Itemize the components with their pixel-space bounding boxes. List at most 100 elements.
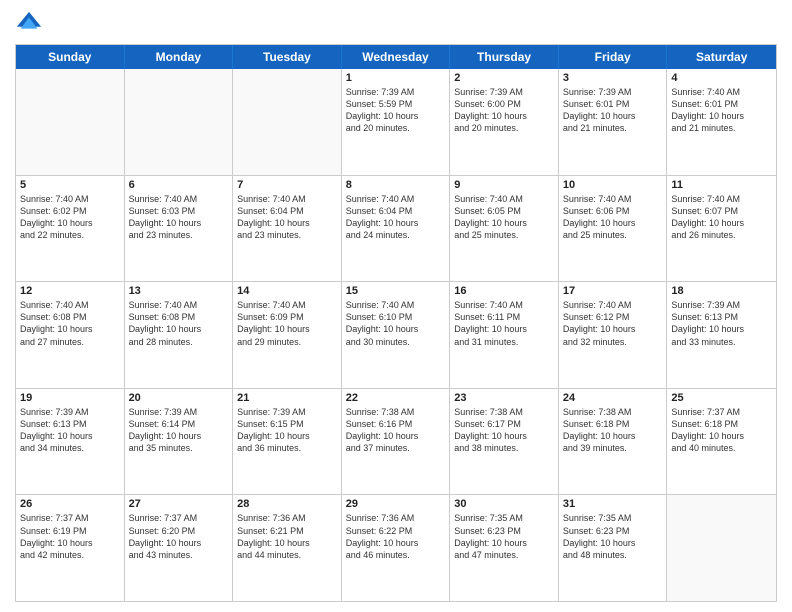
week-row-5: 26Sunrise: 7:37 AMSunset: 6:19 PMDayligh… <box>16 494 776 601</box>
day-cell-27: 27 Sunrise: 7:37 AMSunset: 6:20 PMDayligh… <box>125 495 234 601</box>
day-cell-empty <box>233 69 342 175</box>
day-header-thursday: Thursday <box>450 45 559 69</box>
day-info: Sunrise: 7:39 AMSunset: 6:13 PMDaylight:… <box>671 299 772 348</box>
week-row-3: 12 Sunrise: 7:40 AMSunset: 6:08 PMDayligh… <box>16 281 776 388</box>
day-cell-17: 17 Sunrise: 7:40 AMSunset: 6:12 PMDayligh… <box>559 282 668 388</box>
day-info: Sunrise: 7:40 AMSunset: 6:09 PMDaylight:… <box>237 299 337 348</box>
day-number: 8 <box>346 179 446 191</box>
day-number: 31 <box>563 498 663 510</box>
day-header-saturday: Saturday <box>667 45 776 69</box>
day-number: 23 <box>454 392 554 404</box>
day-cell-empty <box>125 69 234 175</box>
day-info: Sunrise: 7:40 AMSunset: 6:06 PMDaylight:… <box>563 193 663 242</box>
day-cell-8: 8 Sunrise: 7:40 AMSunset: 6:04 PMDaylight… <box>342 176 451 282</box>
day-number: 6 <box>129 179 229 191</box>
calendar-body: 1Sunrise: 7:39 AMSunset: 5:59 PMDaylight… <box>16 69 776 601</box>
day-cell-15: 15 Sunrise: 7:40 AMSunset: 6:10 PMDayligh… <box>342 282 451 388</box>
day-cell-1: 1Sunrise: 7:39 AMSunset: 5:59 PMDaylight… <box>342 69 451 175</box>
day-info: Sunrise: 7:40 AMSunset: 6:08 PMDaylight:… <box>20 299 120 348</box>
day-cell-10: 10 Sunrise: 7:40 AMSunset: 6:06 PMDayligh… <box>559 176 668 282</box>
day-number: 5 <box>20 179 120 191</box>
week-row-1: 1Sunrise: 7:39 AMSunset: 5:59 PMDaylight… <box>16 69 776 175</box>
day-info: Sunrise: 7:40 AMSunset: 6:08 PMDaylight:… <box>129 299 229 348</box>
day-cell-24: 24Sunrise: 7:38 AMSunset: 6:18 PMDayligh… <box>559 389 668 495</box>
day-cell-28: 28 Sunrise: 7:36 AMSunset: 6:21 PMDayligh… <box>233 495 342 601</box>
day-info: Sunrise: 7:40 AMSunset: 6:07 PMDaylight:… <box>671 193 772 242</box>
day-number: 27 <box>129 498 229 510</box>
day-number: 21 <box>237 392 337 404</box>
day-info: Sunrise: 7:38 AMSunset: 6:17 PMDaylight:… <box>454 406 554 455</box>
day-cell-empty <box>16 69 125 175</box>
day-cell-26: 26Sunrise: 7:37 AMSunset: 6:19 PMDayligh… <box>16 495 125 601</box>
day-header-sunday: Sunday <box>16 45 125 69</box>
day-info: Sunrise: 7:40 AMSunset: 6:05 PMDaylight:… <box>454 193 554 242</box>
day-cell-3: 3 Sunrise: 7:39 AMSunset: 6:01 PMDaylight… <box>559 69 668 175</box>
day-info: Sunrise: 7:40 AMSunset: 6:12 PMDaylight:… <box>563 299 663 348</box>
day-cell-23: 23 Sunrise: 7:38 AMSunset: 6:17 PMDayligh… <box>450 389 559 495</box>
day-number: 2 <box>454 72 554 84</box>
day-info: Sunrise: 7:39 AMSunset: 6:15 PMDaylight:… <box>237 406 337 455</box>
day-number: 14 <box>237 285 337 297</box>
day-info: Sunrise: 7:40 AMSunset: 6:03 PMDaylight:… <box>129 193 229 242</box>
day-number: 4 <box>671 72 772 84</box>
day-header-friday: Friday <box>559 45 668 69</box>
day-cell-11: 11 Sunrise: 7:40 AMSunset: 6:07 PMDayligh… <box>667 176 776 282</box>
day-number: 13 <box>129 285 229 297</box>
day-number: 12 <box>20 285 120 297</box>
day-info: Sunrise: 7:40 AMSunset: 6:11 PMDaylight:… <box>454 299 554 348</box>
day-number: 7 <box>237 179 337 191</box>
week-row-4: 19Sunrise: 7:39 AMSunset: 6:13 PMDayligh… <box>16 388 776 495</box>
day-number: 17 <box>563 285 663 297</box>
day-info: Sunrise: 7:39 AMSunset: 6:14 PMDaylight:… <box>129 406 229 455</box>
day-headers: SundayMondayTuesdayWednesdayThursdayFrid… <box>16 45 776 69</box>
day-number: 20 <box>129 392 229 404</box>
day-cell-6: 6 Sunrise: 7:40 AMSunset: 6:03 PMDaylight… <box>125 176 234 282</box>
day-number: 29 <box>346 498 446 510</box>
day-info: Sunrise: 7:40 AMSunset: 6:01 PMDaylight:… <box>671 86 772 135</box>
day-info: Sunrise: 7:40 AMSunset: 6:04 PMDaylight:… <box>346 193 446 242</box>
day-info: Sunrise: 7:36 AMSunset: 6:21 PMDaylight:… <box>237 512 337 561</box>
day-cell-2: 2Sunrise: 7:39 AMSunset: 6:00 PMDaylight… <box>450 69 559 175</box>
day-cell-7: 7Sunrise: 7:40 AMSunset: 6:04 PMDaylight… <box>233 176 342 282</box>
day-info: Sunrise: 7:39 AMSunset: 6:01 PMDaylight:… <box>563 86 663 135</box>
day-cell-18: 18Sunrise: 7:39 AMSunset: 6:13 PMDayligh… <box>667 282 776 388</box>
day-cell-30: 30 Sunrise: 7:35 AMSunset: 6:23 PMDayligh… <box>450 495 559 601</box>
day-info: Sunrise: 7:37 AMSunset: 6:19 PMDaylight:… <box>20 512 120 561</box>
day-header-wednesday: Wednesday <box>342 45 451 69</box>
day-number: 9 <box>454 179 554 191</box>
day-info: Sunrise: 7:37 AMSunset: 6:18 PMDaylight:… <box>671 406 772 455</box>
day-number: 11 <box>671 179 772 191</box>
logo-icon <box>15 10 43 38</box>
day-cell-25: 25Sunrise: 7:37 AMSunset: 6:18 PMDayligh… <box>667 389 776 495</box>
day-cell-22: 22 Sunrise: 7:38 AMSunset: 6:16 PMDayligh… <box>342 389 451 495</box>
day-info: Sunrise: 7:38 AMSunset: 6:18 PMDaylight:… <box>563 406 663 455</box>
day-number: 30 <box>454 498 554 510</box>
day-info: Sunrise: 7:40 AMSunset: 6:02 PMDaylight:… <box>20 193 120 242</box>
day-number: 10 <box>563 179 663 191</box>
day-info: Sunrise: 7:39 AMSunset: 6:13 PMDaylight:… <box>20 406 120 455</box>
day-info: Sunrise: 7:35 AMSunset: 6:23 PMDaylight:… <box>454 512 554 561</box>
header <box>15 10 777 38</box>
day-cell-19: 19Sunrise: 7:39 AMSunset: 6:13 PMDayligh… <box>16 389 125 495</box>
day-info: Sunrise: 7:36 AMSunset: 6:22 PMDaylight:… <box>346 512 446 561</box>
week-row-2: 5 Sunrise: 7:40 AMSunset: 6:02 PMDaylight… <box>16 175 776 282</box>
day-cell-21: 21 Sunrise: 7:39 AMSunset: 6:15 PMDayligh… <box>233 389 342 495</box>
day-info: Sunrise: 7:38 AMSunset: 6:16 PMDaylight:… <box>346 406 446 455</box>
day-info: Sunrise: 7:37 AMSunset: 6:20 PMDaylight:… <box>129 512 229 561</box>
day-number: 16 <box>454 285 554 297</box>
day-number: 22 <box>346 392 446 404</box>
page: SundayMondayTuesdayWednesdayThursdayFrid… <box>0 0 792 612</box>
day-number: 28 <box>237 498 337 510</box>
day-info: Sunrise: 7:40 AMSunset: 6:10 PMDaylight:… <box>346 299 446 348</box>
day-cell-9: 9 Sunrise: 7:40 AMSunset: 6:05 PMDaylight… <box>450 176 559 282</box>
day-cell-16: 16 Sunrise: 7:40 AMSunset: 6:11 PMDayligh… <box>450 282 559 388</box>
day-number: 15 <box>346 285 446 297</box>
day-header-monday: Monday <box>125 45 234 69</box>
day-cell-empty <box>667 495 776 601</box>
day-cell-5: 5 Sunrise: 7:40 AMSunset: 6:02 PMDaylight… <box>16 176 125 282</box>
day-number: 3 <box>563 72 663 84</box>
day-cell-31: 31Sunrise: 7:35 AMSunset: 6:23 PMDayligh… <box>559 495 668 601</box>
day-cell-29: 29 Sunrise: 7:36 AMSunset: 6:22 PMDayligh… <box>342 495 451 601</box>
day-cell-20: 20 Sunrise: 7:39 AMSunset: 6:14 PMDayligh… <box>125 389 234 495</box>
day-cell-12: 12 Sunrise: 7:40 AMSunset: 6:08 PMDayligh… <box>16 282 125 388</box>
